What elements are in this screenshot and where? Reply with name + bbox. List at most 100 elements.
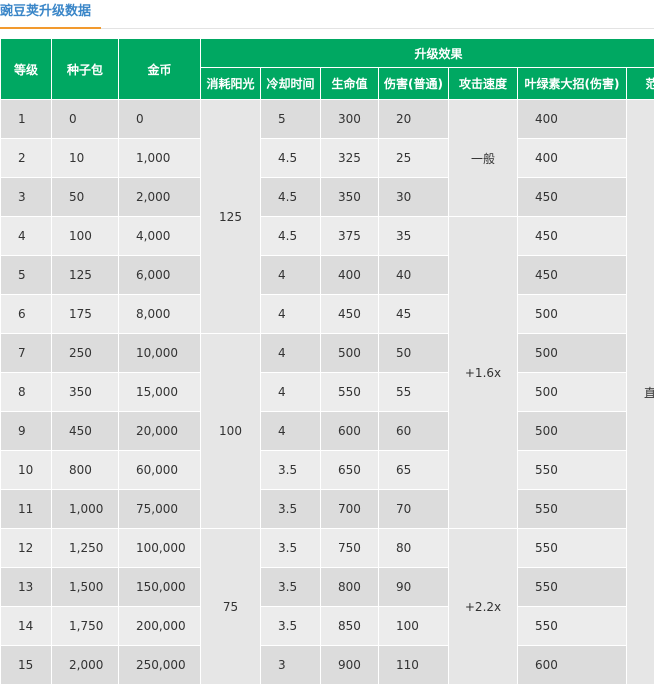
cell-coin: 10,000	[118, 333, 201, 373]
cell-coin: 1,000	[118, 138, 201, 178]
cell-coin: 20,000	[118, 411, 201, 451]
cell-hp: 800	[320, 567, 379, 607]
cell-seed: 175	[51, 294, 119, 334]
cell-hp: 850	[320, 606, 379, 646]
cell-ult: 400	[517, 138, 627, 178]
cell-seed: 1,250	[51, 528, 119, 568]
cell-level: 1	[0, 99, 52, 139]
cell-speed: +1.6x	[448, 216, 518, 529]
cell-damage: 100	[378, 606, 449, 646]
cell-coin: 200,000	[118, 606, 201, 646]
cell-damage: 30	[378, 177, 449, 217]
table-row: 12 1,250 100,000 75 3.5 750 80 +2.2x 550	[0, 528, 654, 685]
cell-cooldown: 3	[260, 645, 321, 685]
header-seed: 种子包	[51, 38, 119, 100]
cell-damage: 45	[378, 294, 449, 334]
cell-level: 4	[0, 216, 52, 256]
header-sun: 消耗阳光	[200, 67, 261, 100]
cell-ult: 450	[517, 177, 627, 217]
cell-coin: 150,000	[118, 567, 201, 607]
cell-cooldown: 3.5	[260, 450, 321, 490]
header-coin: 金币	[118, 38, 201, 100]
cell-seed: 350	[51, 372, 119, 412]
cell-hp: 750	[320, 528, 379, 568]
cell-hp: 350	[320, 177, 379, 217]
cell-cooldown: 4.5	[260, 177, 321, 217]
cell-hp: 550	[320, 372, 379, 412]
cell-level: 11	[0, 489, 52, 529]
cell-coin: 100,000	[118, 528, 201, 568]
cell-seed: 50	[51, 177, 119, 217]
cell-damage: 80	[378, 528, 449, 568]
table-row: 4 100 4,000 4.5 375 35 +1.6x 450	[0, 216, 654, 529]
table-row: 13 1,500 150,000 3.5 800 90 550	[0, 567, 654, 607]
title-underline	[0, 27, 101, 29]
cell-hp: 450	[320, 294, 379, 334]
table-row: 8 350 15,000 4 550 55 500	[0, 372, 654, 412]
cell-damage: 40	[378, 255, 449, 295]
cell-coin: 75,000	[118, 489, 201, 529]
cell-cooldown: 4.5	[260, 216, 321, 256]
cell-range: 直	[625, 99, 654, 685]
cell-damage: 70	[378, 489, 449, 529]
cell-level: 9	[0, 411, 52, 451]
header-level: 等级	[0, 38, 52, 100]
cell-coin: 2,000	[118, 177, 201, 217]
cell-sun: 100	[200, 333, 261, 529]
cell-cooldown: 5	[260, 99, 321, 139]
cell-coin: 60,000	[118, 450, 201, 490]
cell-seed: 2,000	[51, 645, 119, 685]
cell-ult: 450	[517, 255, 627, 295]
cell-seed: 10	[51, 138, 119, 178]
table-row: 5 125 6,000 4 400 40 450	[0, 255, 654, 295]
table-row: 3 50 2,000 4.5 350 30 450	[0, 177, 654, 217]
cell-level: 13	[0, 567, 52, 607]
cell-ult: 600	[517, 645, 627, 685]
table-body: 1 0 0 125 5 300 20 一般 400 直 2 10 1,000 4.5 325 25 400 3 50…	[0, 99, 654, 685]
cell-level: 12	[0, 528, 52, 568]
cell-seed: 1,000	[51, 489, 119, 529]
cell-ult: 550	[517, 528, 627, 568]
header-ult: 叶绿素大招(伤害)	[517, 67, 627, 100]
cell-cooldown: 4	[260, 255, 321, 295]
header-hp: 生命值	[320, 67, 379, 100]
table-row: 1 0 0 12 5 5 300 2 0 一般 400 直	[0, 99, 654, 685]
header-effects: 升级效果	[199, 38, 654, 69]
cell-coin: 0	[118, 99, 201, 139]
cell-cooldown: 3.5	[260, 606, 321, 646]
cell-damage: 50	[378, 333, 449, 373]
cell-damage: 65	[378, 450, 449, 490]
upgrade-table: 等级 种子包 金币 升级效果 消耗阳光 冷却时间 生命值 伤害(普通) 攻击速度…	[0, 38, 654, 685]
cell-sun: 75	[200, 528, 261, 685]
header-damage: 伤害(普通)	[378, 67, 449, 100]
table-row: 2 10 1,000 4.5 325 25 400	[0, 138, 654, 178]
cell-hp: 325	[320, 138, 379, 178]
cell-coin: 8,000	[118, 294, 201, 334]
cell-level: 14	[0, 606, 52, 646]
cell-ult: 500	[517, 372, 627, 412]
cell-hp: 300	[320, 99, 379, 139]
cell-cooldown: 4	[260, 411, 321, 451]
header-cooldown: 冷却时间	[260, 67, 321, 100]
cell-level: 7	[0, 333, 52, 373]
cell-cooldown: 4	[260, 294, 321, 334]
cell-cooldown: 4.5	[260, 138, 321, 178]
cell-level: 3	[0, 177, 52, 217]
header-range: 范	[625, 67, 654, 100]
cell-speed: 一般	[448, 99, 518, 217]
cell-ult: 550	[517, 489, 627, 529]
table-row: 11 1,000 75,000 3.5 700 70 550	[0, 489, 654, 529]
cell-coin: 15,000	[118, 372, 201, 412]
cell-ult: 550	[517, 606, 627, 646]
cell-hp: 900	[320, 645, 379, 685]
cell-ult: 500	[517, 411, 627, 451]
cell-hp: 500	[320, 333, 379, 373]
cell-hp: 650	[320, 450, 379, 490]
cell-seed: 450	[51, 411, 119, 451]
cell-damage: 55	[378, 372, 449, 412]
cell-level: 15	[0, 645, 52, 685]
cell-seed: 1,750	[51, 606, 119, 646]
table-row: 14 1,750 200,000 3.5 850 100 550	[0, 606, 654, 646]
cell-damage: 60	[378, 411, 449, 451]
cell-level: 2	[0, 138, 52, 178]
